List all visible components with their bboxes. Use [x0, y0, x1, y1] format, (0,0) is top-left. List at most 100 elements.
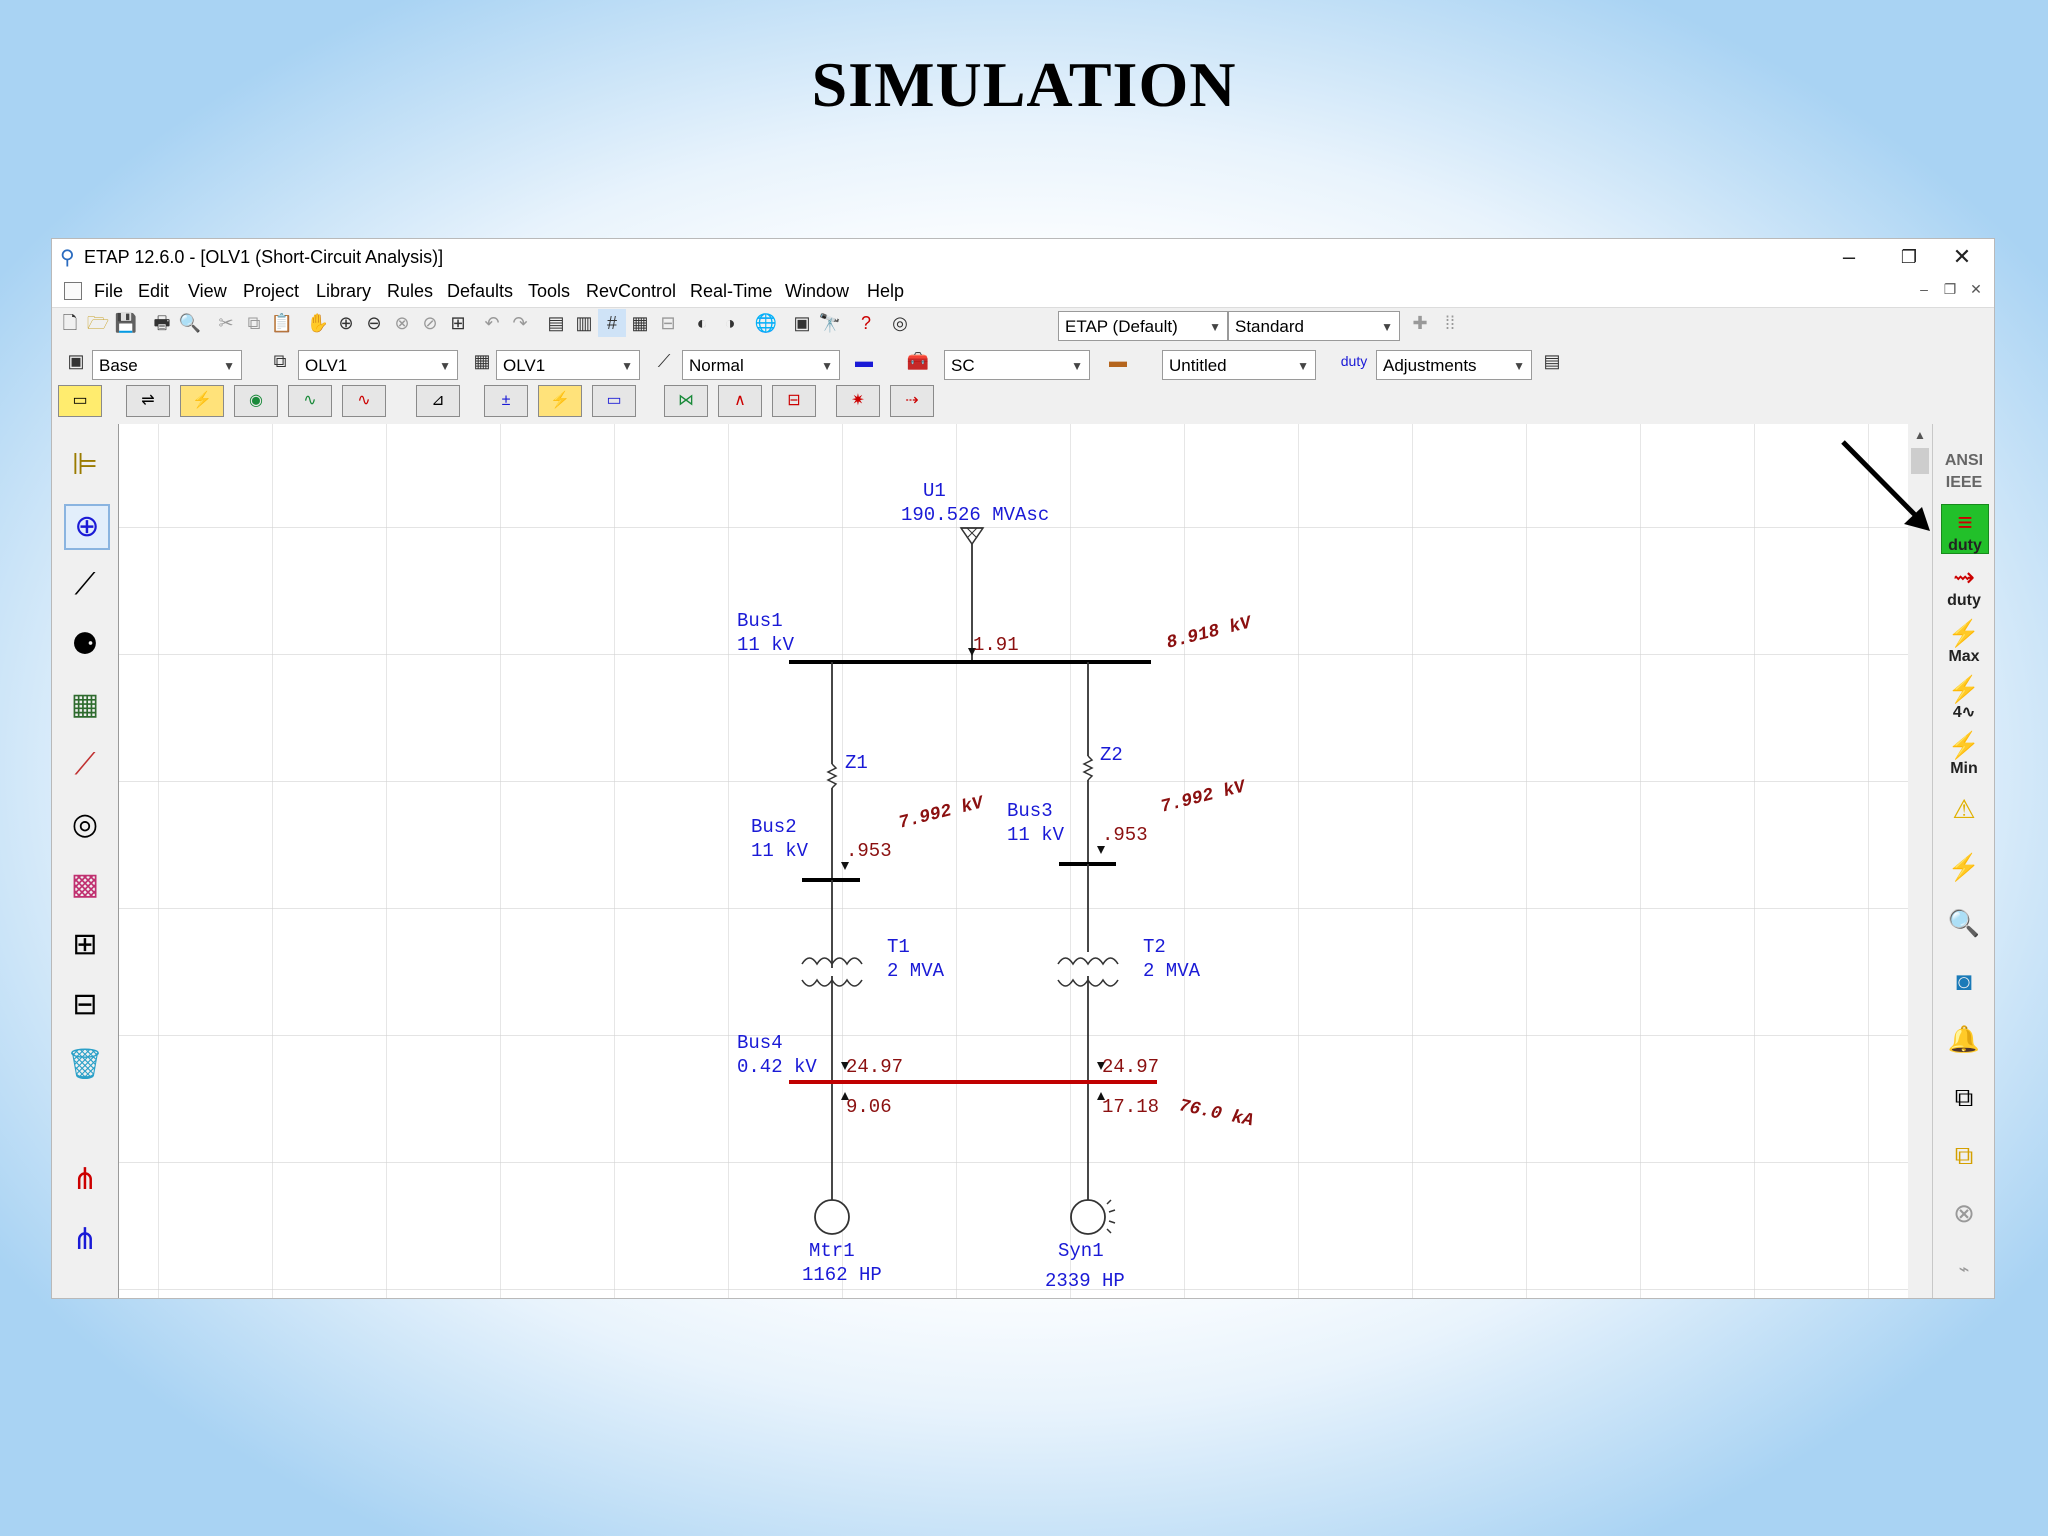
cable-pulling-mode-button[interactable]: ⇢	[890, 385, 934, 417]
recycle-bin-icon[interactable]: 🗑	[64, 1044, 106, 1086]
panel-schedule-icon[interactable]: ⊟	[64, 984, 106, 1026]
report-manager-icon[interactable]: ▤	[1538, 347, 1566, 375]
mdi-close-icon[interactable]: ✕	[1965, 281, 1987, 301]
menu-tools[interactable]: Tools	[528, 281, 570, 302]
menu-library[interactable]: Library	[316, 281, 371, 302]
reliability-mode-button[interactable]: ⋈	[664, 385, 708, 417]
study-case-edit-icon[interactable]: ▬	[850, 347, 878, 375]
ground-grid-icon[interactable]: ▦	[64, 684, 106, 726]
short-circuit-mode-button[interactable]: ⚡	[180, 385, 224, 417]
paste-icon[interactable]: 📋	[268, 309, 296, 337]
duty-icon[interactable]: ⇝ duty	[1941, 560, 1987, 609]
project-standard-combo[interactable]: ETAP (Default) ▼	[1058, 311, 1228, 341]
menu-view[interactable]: View	[188, 281, 227, 302]
transient-stability-mode-button[interactable]: ∿	[342, 385, 386, 417]
menu-project[interactable]: Project	[243, 281, 299, 302]
one-line-diagram-canvas[interactable]: U1 190.526 MVAsc Bus1 11 kV 1.91 8.918 k…	[119, 424, 1957, 1298]
lightning-4cycle-icon[interactable]: ⚡ 4∿	[1941, 672, 1987, 721]
presentation-combo[interactable]: Base ▼	[92, 350, 242, 380]
menu-revcontrol[interactable]: RevControl	[586, 281, 676, 302]
calculator-icon[interactable]: ▣	[788, 309, 816, 337]
battery-discharge-mode-button[interactable]: ▭	[592, 385, 636, 417]
dashboard-icon[interactable]: ◎	[64, 804, 106, 846]
close-button[interactable]: ✕	[1932, 241, 1992, 273]
pan-hand-icon[interactable]: ✋	[304, 309, 332, 337]
redo-icon[interactable]: ↷	[506, 309, 534, 337]
system-hierarchy-icon[interactable]: ⋔	[64, 1159, 106, 1201]
menu-real-time[interactable]: Real-Time	[690, 281, 772, 302]
find-binoculars-icon[interactable]: 🔭	[816, 309, 844, 337]
adjustments-combo[interactable]: Adjustments ▼	[1376, 350, 1532, 380]
continuity-check-icon[interactable]: ▦	[626, 309, 654, 337]
zoom-extents-icon[interactable]: ⊗	[388, 309, 416, 337]
harmonic-mode-button[interactable]: ∿	[288, 385, 332, 417]
add-icon[interactable]: ✚	[1406, 309, 1434, 337]
optimal-power-flow-mode-button[interactable]: ∧	[718, 385, 762, 417]
revision-combo[interactable]: OLV1 ▼	[496, 350, 640, 380]
menu-edit[interactable]: Edit	[138, 281, 169, 302]
protective-coordination-mode-button[interactable]: ⊿	[416, 385, 460, 417]
zoom-out-icon[interactable]: ⊖	[360, 309, 388, 337]
save-icon[interactable]: 💾	[112, 309, 140, 337]
mdi-minimize-icon[interactable]: –	[1913, 281, 1935, 301]
alarm-bell-icon[interactable]: 🔔	[1941, 1022, 1987, 1070]
mdi-restore-icon[interactable]: ❐	[1939, 281, 1961, 301]
load-flow-mode-button[interactable]: ⇌	[126, 385, 170, 417]
configuration-combo[interactable]: OLV1 ▼	[298, 350, 458, 380]
get-online-data-icon[interactable]: ⌁	[1941, 1252, 1987, 1298]
ground-grid-mode-button[interactable]: ✷	[836, 385, 880, 417]
text-box-icon[interactable]: ▤	[542, 309, 570, 337]
scroll-up-icon[interactable]: ▲	[1914, 428, 1926, 442]
motor-acceleration-mode-button[interactable]: ◉	[234, 385, 278, 417]
report-icon[interactable]: ⧉	[1941, 1080, 1987, 1128]
scrollbar-thumb[interactable]	[1911, 448, 1929, 474]
halt-icon[interactable]: ⊗	[1941, 1196, 1987, 1244]
minimize-button[interactable]: –	[1819, 241, 1879, 273]
report-manager-icon[interactable]: ◙	[1941, 964, 1987, 1012]
zoom-fit-icon[interactable]: ⊞	[444, 309, 472, 337]
cable-pulling-icon[interactable]: ⟋	[64, 744, 106, 786]
control-circuit-icon[interactable]: ⊞	[64, 924, 106, 966]
print-icon[interactable]: 🖶	[148, 309, 176, 337]
add-template-icon[interactable]: ◑	[716, 309, 744, 337]
menu-defaults[interactable]: Defaults	[447, 281, 513, 302]
switching-sequence-mode-button[interactable]: ⊟	[772, 385, 816, 417]
arc-flash-warning-icon[interactable]: ⚠	[1941, 792, 1987, 840]
grid-dots-icon[interactable]: ⁞⁞	[1436, 309, 1464, 337]
layout-icon[interactable]: ⊟	[654, 309, 682, 337]
alert-view-icon[interactable]: 🔍	[1941, 906, 1987, 954]
edit-mode-button[interactable]: ▭	[58, 385, 102, 417]
undo-icon[interactable]: ↶	[478, 309, 506, 337]
composite-text-icon[interactable]: ▥	[570, 309, 598, 337]
print-preview-icon[interactable]: 🔍	[176, 309, 204, 337]
star-view-icon[interactable]: ⟋	[64, 564, 106, 606]
get-template-icon[interactable]: ◐	[688, 309, 716, 337]
run-report-icon[interactable]: ⧉	[1941, 1138, 1987, 1186]
menu-rules[interactable]: Rules	[387, 281, 433, 302]
copy-icon[interactable]: ⧉	[240, 309, 268, 337]
document-icon[interactable]	[64, 282, 82, 300]
duty-green-icon[interactable]: ≡ duty	[1941, 504, 1989, 554]
geo-map-icon[interactable]: ▩	[64, 864, 106, 906]
vertical-scrollbar[interactable]: ▲	[1908, 424, 1932, 1298]
zoom-in-icon[interactable]: ⊕	[332, 309, 360, 337]
loading-mode-combo[interactable]: Normal ▼	[682, 350, 840, 380]
device-evaluation-icon[interactable]: ⚡	[1941, 850, 1987, 898]
menu-file[interactable]: File	[94, 281, 123, 302]
open-folder-icon[interactable]: 🗁	[84, 309, 112, 337]
standard-combo[interactable]: Standard ▼	[1228, 311, 1400, 341]
project-tree-icon[interactable]: ⊫	[64, 444, 106, 486]
motor-mtr1-symbol[interactable]	[814, 1199, 850, 1235]
web-icon[interactable]: 🌐	[752, 309, 780, 337]
lightning-max-icon[interactable]: ⚡ Max	[1941, 616, 1987, 665]
dc-load-flow-mode-button[interactable]: ±	[484, 385, 528, 417]
one-line-diagram-icon[interactable]: ⊕	[64, 504, 110, 550]
lightning-min-icon[interactable]: ⚡ Min	[1941, 728, 1987, 777]
menu-help[interactable]: Help	[867, 281, 904, 302]
help-icon[interactable]: ?	[852, 309, 880, 337]
study-case-combo[interactable]: SC ▼	[944, 350, 1090, 380]
menu-window[interactable]: Window	[785, 281, 849, 302]
underground-raceway-icon[interactable]: ⚈	[64, 624, 106, 666]
network-nesting-icon[interactable]: ⋔	[64, 1219, 106, 1261]
new-file-icon[interactable]: 🗋	[56, 309, 84, 337]
